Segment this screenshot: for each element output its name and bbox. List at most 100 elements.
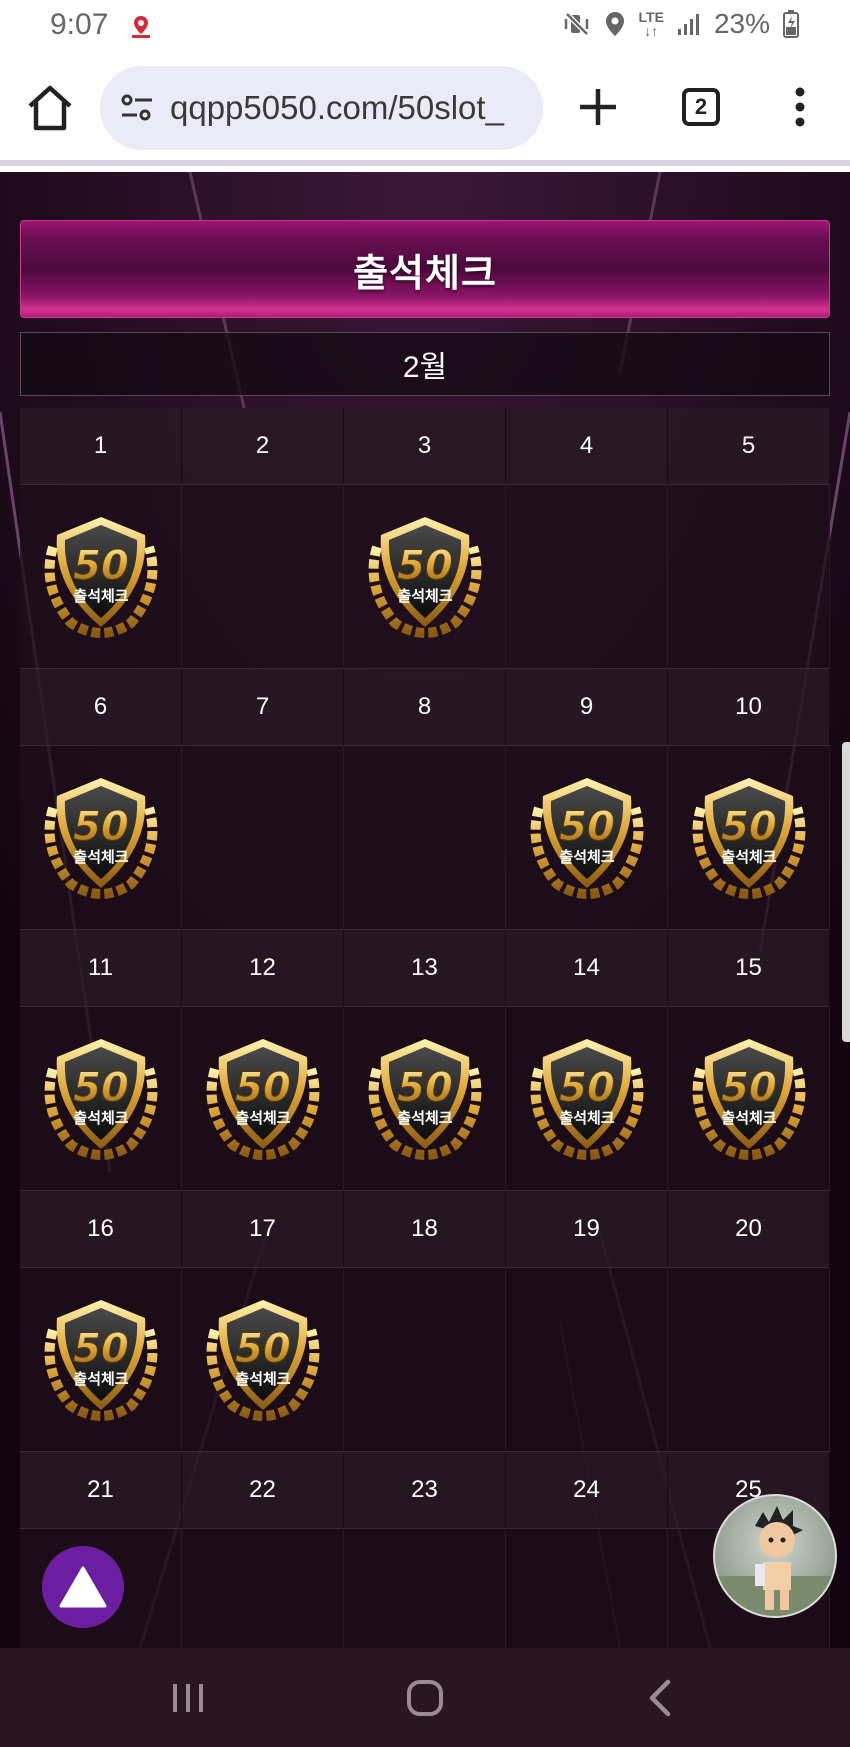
attendance-badge-icon: 50 출석체크 [44, 516, 157, 638]
status-icons: LTE ↓↑ 23% [563, 8, 800, 40]
calendar-day-number: 17 [182, 1191, 344, 1268]
home-icon[interactable] [24, 82, 76, 134]
attendance-badge-icon: 50 출석체크 [206, 1038, 319, 1160]
calendar-day-number: 12 [182, 930, 344, 1007]
system-navigation-bar [0, 1648, 850, 1747]
calendar-day-cell: 50 출석체크 [20, 746, 182, 930]
attendance-badge-icon: 50 출석체크 [206, 1299, 319, 1421]
calendar-day-cell [668, 1268, 830, 1452]
chat-avatar-button[interactable] [713, 1494, 837, 1618]
attendance-calendar: 12345 50 출석체크 50 출석체크 6 7 8 9 10 50 출석체크… [20, 408, 830, 1648]
mute-vibrate-icon [564, 12, 589, 36]
calendar-day-number: 23 [344, 1452, 506, 1529]
tab-switcher-button[interactable]: 2 [682, 88, 720, 126]
app-notification-icon [132, 16, 150, 38]
svg-text:출석체크: 출석체크 [397, 587, 452, 605]
svg-text:50: 50 [397, 1065, 453, 1111]
calendar-day-cell [506, 485, 668, 669]
status-time: 9:07 [50, 8, 109, 41]
attendance-badge-icon: 50 출석체크 [368, 1038, 481, 1160]
attendance-badge-icon: 50 출석체크 [530, 1038, 643, 1160]
status-bar: 9:07 LTE ↓↑ 23% [0, 0, 850, 54]
home-nav-icon[interactable] [403, 1676, 447, 1720]
calendar-day-cell: 50 출석체크 [344, 1007, 506, 1191]
svg-text:50: 50 [397, 543, 453, 589]
calendar-day-cell [344, 1529, 506, 1648]
calendar-day-number: 14 [506, 930, 668, 1007]
address-bar[interactable]: qqpp5050.com/50slot_ [100, 66, 543, 150]
calendar-day-number: 15 [668, 930, 830, 1007]
calendar-day-number: 5 [668, 408, 830, 485]
calendar-day-number: 10 [668, 669, 830, 746]
calendar-day-number: 4 [506, 408, 668, 485]
calendar-day-number: 6 [20, 669, 182, 746]
calendar-day-cell [344, 746, 506, 930]
browser-toolbar: qqpp5050.com/50slot_ 2 [0, 54, 850, 166]
calendar-day-cell [668, 485, 830, 669]
new-tab-icon[interactable] [575, 84, 621, 130]
calendar-day-number: 16 [20, 1191, 182, 1268]
back-icon[interactable] [640, 1676, 684, 1720]
attendance-badge-icon: 50 출석체크 [692, 777, 805, 899]
svg-text:50: 50 [235, 1326, 291, 1372]
svg-text:50: 50 [73, 1326, 129, 1372]
svg-text:출석체크: 출석체크 [73, 1109, 128, 1127]
url-text[interactable]: qqpp5050.com/50slot_ [170, 89, 504, 127]
calendar-day-number: 18 [344, 1191, 506, 1268]
calendar-date-row: 6 7 8 9 10 [20, 669, 830, 746]
attendance-title-banner: 출석체크 [20, 220, 830, 318]
svg-text:50: 50 [235, 1065, 291, 1111]
character-avatar-icon [715, 1506, 835, 1616]
calendar-stamp-row: 50 출석체크 50 출석체크 [20, 485, 830, 669]
page-title: 출석체크 [353, 252, 497, 295]
more-menu-icon[interactable] [788, 84, 812, 130]
calendar-day-cell [506, 1268, 668, 1452]
battery-percent: 23% [713, 8, 770, 39]
attendance-badge-icon: 50 출석체크 [44, 777, 157, 899]
calendar-day-number: 21 [20, 1452, 182, 1529]
calendar-day-number: 1 [20, 408, 182, 485]
svg-text:50: 50 [73, 1065, 129, 1111]
month-label: 2월 [402, 351, 448, 384]
svg-text:출석체크: 출석체크 [73, 587, 128, 605]
calendar-day-cell: 50 출석체크 [506, 746, 668, 930]
svg-text:출석체크: 출석체크 [73, 848, 128, 866]
web-page: 출석체크 2월 12345 50 출석체크 50 출석체크 6 7 8 9 10… [0, 172, 850, 1648]
month-header: 2월 [20, 332, 830, 396]
svg-text:50: 50 [721, 1065, 777, 1111]
battery-charging-icon [783, 10, 799, 38]
calendar-day-cell [344, 1268, 506, 1452]
svg-text:출석체크: 출석체크 [397, 1109, 452, 1127]
calendar-stamp-row: 50 출석체크 50 출석체크 [20, 746, 830, 930]
calendar-day-number: 11 [20, 930, 182, 1007]
svg-text:출석체크: 출석체크 [559, 1109, 614, 1127]
calendar-day-number: 7 [182, 669, 344, 746]
recent-apps-icon[interactable] [166, 1676, 210, 1720]
calendar-day-number: 13 [344, 930, 506, 1007]
calendar-stamp-row [20, 1529, 830, 1648]
triangle-up-icon [59, 1566, 107, 1608]
svg-text:출석체크: 출석체크 [721, 848, 776, 866]
page-scrollbar[interactable] [842, 742, 850, 1042]
signal-icon [677, 14, 699, 35]
calendar-stamp-row: 50 출석체크 50 출석체크 [20, 1268, 830, 1452]
calendar-day-cell [506, 1529, 668, 1648]
calendar-day-number: 9 [506, 669, 668, 746]
attendance-badge-icon: 50 출석체크 [530, 777, 643, 899]
site-settings-icon[interactable] [118, 89, 156, 127]
calendar-stamp-row: 50 출석체크 50 출석체크 [20, 1007, 830, 1191]
attendance-badge-icon: 50 출석체크 [44, 1038, 157, 1160]
attendance-badge-icon: 50 출석체크 [368, 516, 481, 638]
attendance-badge-icon: 50 출석체크 [44, 1299, 157, 1421]
calendar-date-row: 21 22 23 24 25 [20, 1452, 830, 1529]
svg-text:50: 50 [73, 804, 129, 850]
calendar-date-row: 12345 [20, 408, 830, 485]
location-icon [605, 12, 624, 36]
svg-text:출석체크: 출석체크 [73, 1370, 128, 1388]
attendance-badge-icon: 50 출석체크 [692, 1038, 805, 1160]
svg-text:50: 50 [559, 804, 615, 850]
calendar-day-number: 8 [344, 669, 506, 746]
svg-text:출석체크: 출석체크 [721, 1109, 776, 1127]
scroll-to-top-button[interactable] [42, 1546, 124, 1628]
calendar-day-cell: 50 출석체크 [182, 1268, 344, 1452]
